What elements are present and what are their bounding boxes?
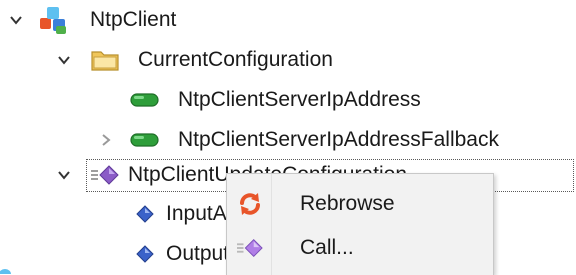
chevron-down-icon[interactable] [56,167,72,183]
context-menu: Rebrowse Call... [226,173,494,275]
property-icon [136,205,154,223]
tree-node-currentconfiguration[interactable]: CurrentConfiguration [0,40,576,80]
tree-node-label: NtpClientServerIpAddress [178,88,421,111]
chevron-right-icon[interactable] [98,132,114,148]
tree-node-ntpclientserveripaddress[interactable]: NtpClientServerIpAddress [0,80,576,120]
chevron-down-icon[interactable] [8,12,24,28]
tree-node-label: CurrentConfiguration [138,48,333,71]
variable-icon [130,93,160,107]
property-icon [136,245,154,263]
tree-node-label: NtpClientServerIpAddressFallback [178,128,499,151]
tree-node-ntpclient[interactable]: NtpClient [0,0,576,40]
cube-cluster-icon [36,2,72,38]
folder-icon [90,48,120,72]
menu-item-rebrowse[interactable]: Rebrowse [227,182,493,226]
chevron-down-icon[interactable] [56,52,72,68]
method-icon [90,164,122,186]
tree-node-ntpclientserveripaddressfallback[interactable]: NtpClientServerIpAddressFallback [0,120,576,160]
menu-item-call[interactable]: Call... [227,226,493,270]
tree-node-outputarguments[interactable]: OutputArguments [0,234,226,274]
refresh-icon [237,191,263,217]
object-icon [0,266,14,274]
tree-node-inputarguments[interactable]: InputArguments [0,194,226,234]
menu-item-label: Call... [300,236,354,259]
method-call-icon [237,235,263,261]
tree-node-label: NtpClient [90,8,177,31]
tree-node-label: InputArguments [166,202,226,225]
tree-node-label: OutputArguments [166,242,226,265]
menu-item-label: Rebrowse [300,192,395,215]
variable-icon [130,133,160,147]
